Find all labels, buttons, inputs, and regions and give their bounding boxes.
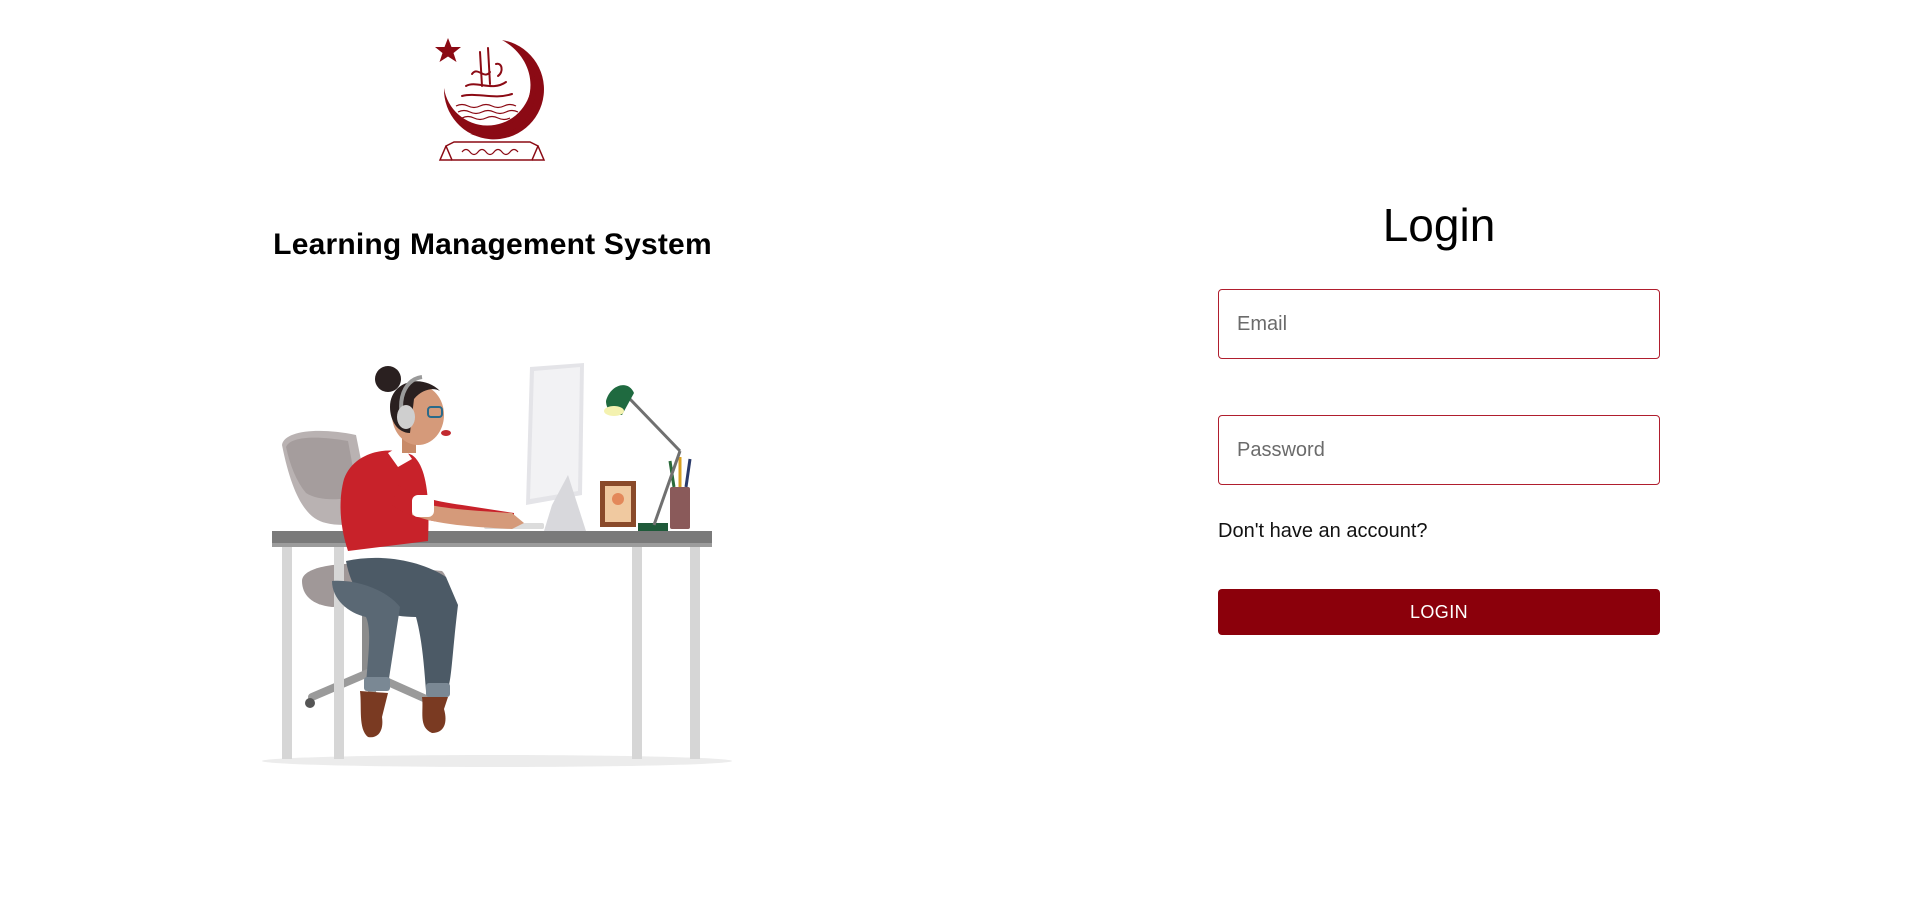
star-icon: [435, 38, 461, 62]
login-page: Learning Management System Login Email D…: [0, 0, 1919, 903]
university-logo: [435, 38, 546, 161]
branding-panel: Learning Management System: [0, 0, 985, 903]
login-title: Login: [1382, 199, 1496, 251]
password-field[interactable]: [1218, 415, 1660, 485]
woman-at-desk-illustration: [262, 363, 732, 767]
signup-link[interactable]: Don't have an account?: [1218, 520, 1428, 543]
email-field[interactable]: [1218, 289, 1660, 359]
login-form: Login Don't have an account? LOGIN: [1218, 0, 1660, 903]
crescent-icon: [443, 40, 544, 140]
app-title: Learning Management System: [273, 228, 712, 261]
login-button[interactable]: LOGIN: [1218, 589, 1660, 635]
